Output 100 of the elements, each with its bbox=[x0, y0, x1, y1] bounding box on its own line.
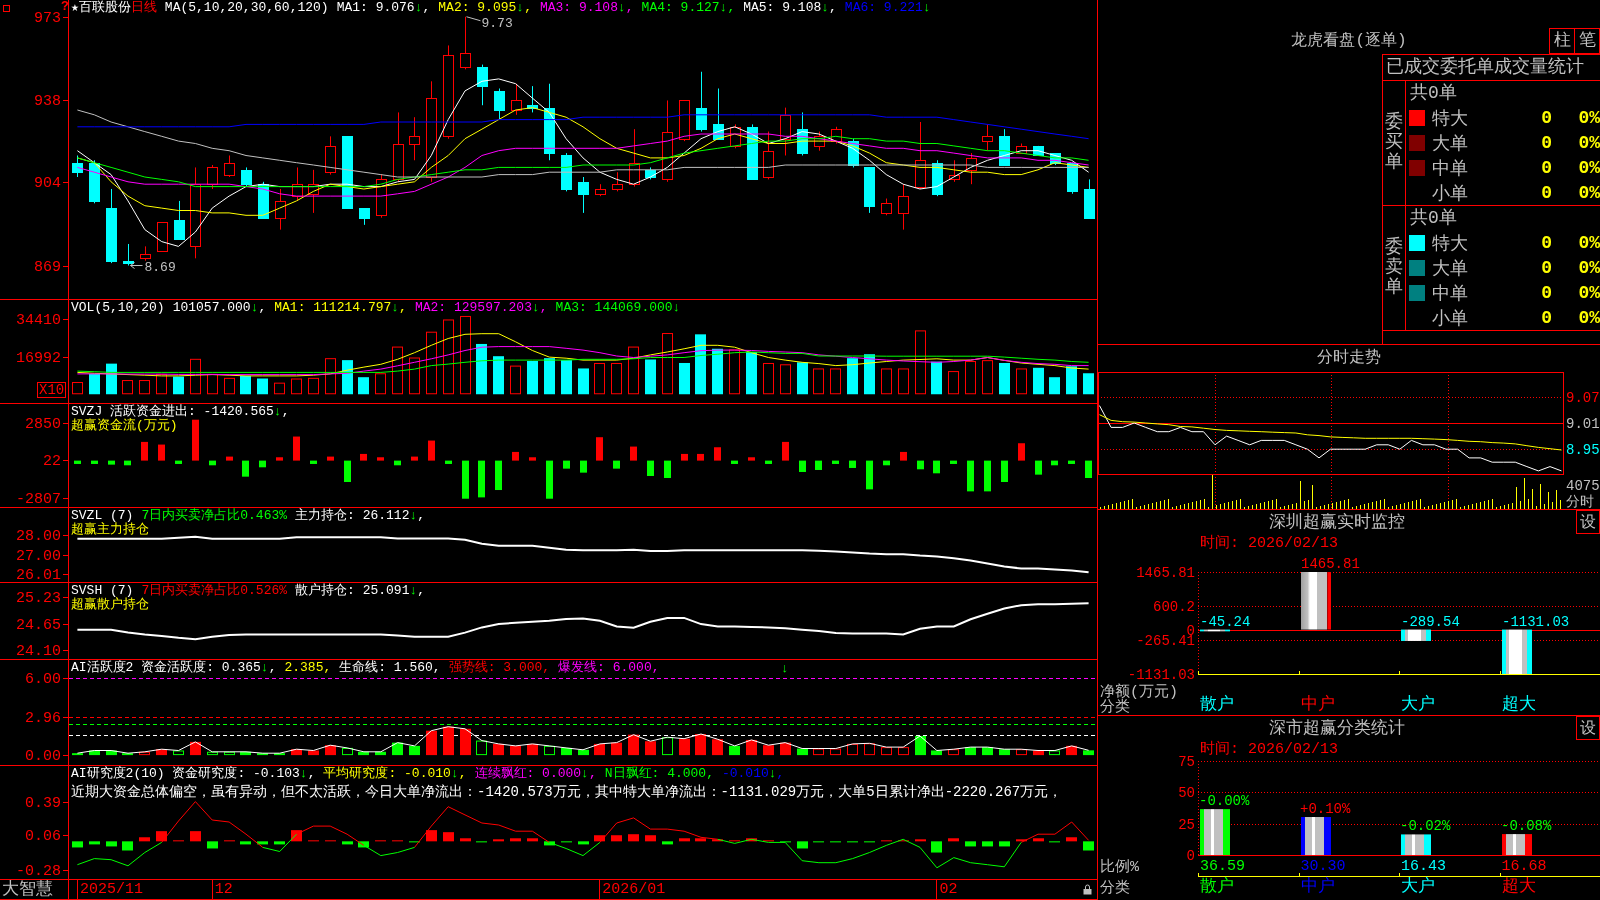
section-label: 委卖单 bbox=[1385, 238, 1403, 298]
activity-bar bbox=[561, 747, 572, 756]
order-count: 0 bbox=[1541, 232, 1553, 253]
activity-bar bbox=[139, 751, 150, 756]
candlestick bbox=[561, 152, 572, 192]
fund-flow-bar bbox=[1001, 460, 1008, 482]
volume-bar bbox=[1049, 377, 1060, 395]
fund-flow-bar bbox=[1085, 460, 1092, 478]
view-mode-button[interactable]: 笔 bbox=[1574, 28, 1600, 54]
panel-title: 深市超赢分类统计 bbox=[1268, 717, 1406, 740]
axis-label: 904 bbox=[34, 174, 69, 192]
activity-bar bbox=[342, 747, 353, 756]
candlestick bbox=[359, 207, 370, 226]
fund-flow-bar bbox=[141, 441, 148, 461]
axis-label: -0.28 bbox=[16, 862, 69, 880]
candlestick bbox=[241, 166, 252, 188]
axis-label: 24.65 bbox=[16, 617, 69, 635]
volume-bar bbox=[561, 360, 572, 395]
order-share: 0% bbox=[1578, 132, 1600, 153]
fund-flow-bar bbox=[1068, 460, 1075, 464]
settings-button[interactable]: 设 bbox=[1576, 510, 1600, 534]
volume-bar bbox=[89, 373, 100, 395]
volume-max-label: 4075 bbox=[1566, 478, 1600, 494]
research-bar bbox=[291, 830, 302, 842]
activity-bar bbox=[1083, 750, 1094, 756]
value-label: 36.59 bbox=[1199, 859, 1246, 875]
candlestick bbox=[898, 183, 909, 231]
value-label: 16.43 bbox=[1400, 859, 1447, 875]
order-count: 0 bbox=[1541, 282, 1553, 303]
candlestick bbox=[932, 159, 943, 197]
research-bar bbox=[544, 841, 555, 846]
activity-bar bbox=[375, 751, 386, 756]
fund-flow-bar bbox=[832, 460, 839, 464]
lock-icon[interactable] bbox=[1083, 884, 1092, 895]
activity-bar bbox=[645, 741, 656, 756]
order-size-label: 特大 bbox=[1432, 232, 1469, 255]
y-tick-label: 0.06 bbox=[24, 828, 61, 846]
axis-label: 0.00 bbox=[25, 748, 69, 766]
research-bar bbox=[712, 839, 723, 842]
value-label: 30.30 bbox=[1299, 859, 1347, 875]
order-size-label: 小单 bbox=[1432, 182, 1469, 205]
candlestick bbox=[578, 176, 589, 214]
axis-label: 25 bbox=[1178, 816, 1195, 833]
indicator-reading: MA1: 9.076↓, bbox=[336, 1, 431, 15]
fund-flow-bar bbox=[462, 460, 469, 499]
fund-flow-bar bbox=[967, 460, 974, 492]
order-total: 共0单 bbox=[1409, 82, 1457, 105]
fund-flow-bar bbox=[613, 460, 620, 469]
order-size-label: 中单 bbox=[1432, 282, 1469, 305]
net-amount-bar bbox=[1502, 629, 1532, 674]
category-label: 散户 bbox=[1198, 876, 1299, 900]
period-label: 日线 bbox=[130, 1, 157, 15]
y-tick-label: 973 bbox=[33, 9, 61, 27]
chart-caption: 分时 bbox=[1566, 494, 1594, 510]
candlestick bbox=[1016, 143, 1027, 154]
volume-bar bbox=[358, 377, 369, 395]
value-label: -45.24 bbox=[1200, 613, 1251, 630]
candlestick bbox=[527, 85, 538, 113]
volume-bar bbox=[325, 358, 336, 395]
panel-title: 龙虎看盘(逐单) bbox=[1291, 32, 1407, 52]
net-amount-bar bbox=[1401, 629, 1431, 641]
indicator-reading: SVZL (7) bbox=[71, 509, 134, 523]
activity-bar bbox=[240, 751, 251, 756]
share-bar bbox=[1401, 834, 1431, 855]
volume-bar bbox=[274, 382, 285, 395]
category-label: 中户 bbox=[1299, 696, 1336, 715]
indicator-reading: MA1: 111214.797↓, bbox=[274, 301, 407, 315]
research-bar bbox=[358, 841, 369, 848]
research-bar bbox=[493, 839, 504, 842]
research-bar bbox=[679, 838, 690, 842]
indicator-reading: VOL(5,10,20) bbox=[71, 301, 165, 315]
fund-flow-bar bbox=[1018, 443, 1025, 461]
indicator-reading: 连续飘红: 0.000↓, bbox=[474, 767, 597, 781]
volume-bar bbox=[392, 346, 403, 395]
research-bar bbox=[965, 841, 976, 847]
activity-bar bbox=[763, 745, 774, 756]
fund-flow-bar bbox=[377, 457, 384, 461]
axis-label: 26.01 bbox=[16, 567, 69, 585]
candlestick bbox=[915, 121, 926, 190]
net-amount-bar bbox=[1200, 629, 1230, 632]
volume-bar bbox=[898, 368, 909, 395]
candlestick bbox=[511, 83, 522, 116]
axis-label: 16992 bbox=[16, 350, 69, 368]
date-label: 2026/01 bbox=[599, 880, 666, 899]
volume-bar bbox=[493, 356, 504, 395]
volume-bar bbox=[106, 363, 117, 395]
volume-bar bbox=[763, 363, 774, 395]
view-mode-button[interactable]: 柱 bbox=[1549, 28, 1575, 54]
candlestick bbox=[645, 166, 656, 180]
settings-button[interactable]: 设 bbox=[1576, 716, 1600, 740]
activity-bar bbox=[594, 743, 605, 756]
activity-bar bbox=[948, 749, 959, 756]
share-bar bbox=[1502, 834, 1532, 855]
fund-flow-bar bbox=[529, 457, 536, 461]
activity-bar bbox=[628, 734, 639, 756]
research-bar bbox=[274, 841, 285, 845]
activity-bar bbox=[679, 738, 690, 756]
indicator-reading: 7日内买卖净占比0.463% bbox=[141, 509, 288, 523]
order-size-label: 大单 bbox=[1432, 132, 1469, 155]
research-bar bbox=[982, 841, 993, 847]
